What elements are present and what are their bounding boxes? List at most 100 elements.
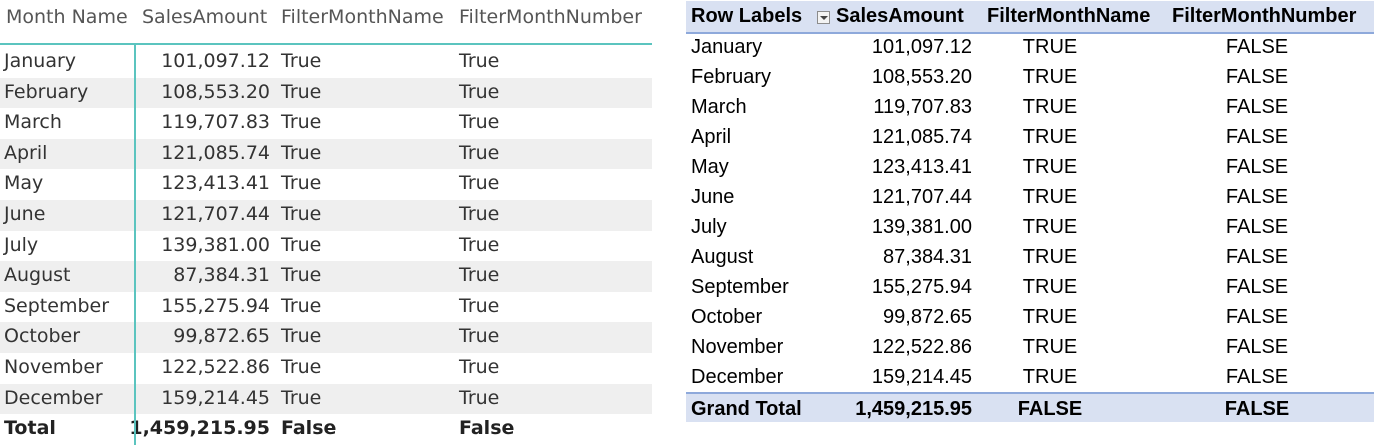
powerbi-header-row: Month Name SalesAmount FilterMonthName F…	[0, 0, 652, 40]
pivot-row[interactable]: April 121,085.74 TRUE FALSE	[686, 122, 1374, 152]
month-name-cell: July	[4, 233, 39, 256]
pivot-row[interactable]: February 108,553.20 TRUE FALSE	[686, 62, 1374, 92]
table-row[interactable]: October 99,872.65 True True	[0, 322, 652, 353]
sales-amount-cell: 108,553.20	[161, 80, 270, 103]
filter-month-name-cell: True	[281, 111, 322, 134]
sales-amount-cell: 119,707.83	[161, 111, 270, 134]
pivot-row[interactable]: May 123,413.41 TRUE FALSE	[686, 152, 1374, 182]
sales-amount-cell: 139,381.00	[871, 216, 972, 238]
table-row[interactable]: March 119,707.83 True True	[0, 108, 652, 139]
table-row[interactable]: January 101,097.12 True True	[0, 47, 652, 78]
table-row[interactable]: June 121,707.44 True True	[0, 200, 652, 231]
sales-amount-cell: 121,707.44	[871, 186, 972, 208]
sales-amount-cell: 121,707.44	[161, 203, 270, 225]
month-name-cell: June	[4, 203, 46, 225]
pivot-row[interactable]: October 99,872.65 TRUE FALSE	[686, 302, 1374, 332]
row-label-cell: November	[691, 336, 784, 358]
pivot-header-sales-amount: SalesAmount	[836, 5, 964, 27]
total-sales-amount: 1,459,215.95	[129, 417, 270, 440]
table-row[interactable]: May 123,413.41 True True	[0, 169, 652, 200]
row-label-cell: March	[691, 96, 747, 118]
row-label-cell: October	[691, 306, 763, 328]
row-label-cell: September	[691, 276, 789, 298]
total-label: Total	[4, 417, 56, 440]
month-name-cell: September	[4, 294, 110, 317]
filter-month-name-cell: True	[281, 172, 322, 195]
table-row[interactable]: February 108,553.20 True True	[0, 77, 652, 109]
filter-month-number-cell: True	[459, 356, 500, 378]
filter-month-name-cell: True	[281, 203, 322, 225]
column-header-filter-month-number[interactable]: FilterMonthNumber	[459, 6, 642, 28]
month-name-cell: December	[4, 386, 103, 409]
month-name-cell: October	[4, 325, 81, 348]
sales-amount-cell: 123,413.41	[161, 172, 270, 195]
filter-month-number-cell: True	[459, 294, 500, 317]
sales-amount-cell: 121,085.74	[161, 141, 270, 164]
sales-amount-cell: 122,522.86	[871, 336, 972, 358]
table-row[interactable]: September 155,275.94 True True	[0, 292, 652, 323]
excel-pivot-table: Row Labels SalesAmount FilterMonthName F…	[686, 0, 1374, 445]
pivot-header-filter-month-number: FilterMonthNumber	[1172, 5, 1357, 27]
filter-month-number-cell: True	[459, 203, 500, 225]
filter-month-name-cell: True	[281, 50, 322, 72]
filter-month-name-cell: True	[281, 325, 322, 348]
sales-amount-cell: 159,214.45	[871, 366, 972, 388]
sales-amount-cell: 87,384.31	[173, 264, 270, 287]
sales-amount-cell: 99,872.65	[173, 325, 270, 348]
table-row[interactable]: April 121,085.74 True True	[0, 138, 652, 170]
pivot-row[interactable]: March 119,707.83 TRUE FALSE	[686, 92, 1374, 122]
pivot-row[interactable]: December 159,214.45 TRUE FALSE	[686, 362, 1374, 392]
month-name-cell: November	[4, 356, 103, 378]
filter-month-number-cell: True	[459, 264, 500, 287]
month-name-cell: January	[4, 50, 77, 72]
grand-total-label: Grand Total	[691, 398, 802, 420]
sales-amount-cell: 101,097.12	[871, 36, 972, 58]
table-row[interactable]: December 159,214.45 True True	[0, 383, 652, 415]
row-label-cell: December	[691, 366, 784, 388]
filter-month-number-cell: True	[459, 325, 500, 348]
filter-month-number-cell: True	[459, 111, 500, 134]
filter-month-name-cell: True	[281, 80, 322, 103]
table-row[interactable]: August 87,384.31 True True	[0, 261, 652, 292]
pivot-header-row: Row Labels SalesAmount FilterMonthName F…	[686, 1, 1374, 34]
month-name-cell: March	[4, 111, 62, 134]
table-row[interactable]: November 122,522.86 True True	[0, 353, 652, 384]
pivot-header-filter-month-name: FilterMonthName	[987, 5, 1151, 27]
sales-amount-cell: 123,413.41	[871, 156, 972, 178]
month-name-cell: February	[4, 80, 89, 103]
pivot-row[interactable]: September 155,275.94 TRUE FALSE	[686, 272, 1374, 302]
column-header-month-name[interactable]: Month Name	[6, 6, 128, 28]
table-row[interactable]: July 139,381.00 True True	[0, 231, 652, 262]
filter-month-name-cell: True	[281, 294, 322, 317]
pivot-row[interactable]: November 122,522.86 TRUE FALSE	[686, 332, 1374, 362]
pivot-row[interactable]: July 139,381.00 TRUE FALSE	[686, 212, 1374, 242]
filter-month-name-cell: True	[281, 233, 322, 256]
month-name-cell: May	[4, 172, 44, 195]
month-name-cell: August	[4, 264, 71, 287]
column-divider	[134, 45, 136, 445]
header-divider	[0, 43, 652, 45]
sales-amount-cell: 159,214.45	[161, 386, 270, 409]
powerbi-table: Month Name SalesAmount FilterMonthName F…	[0, 0, 652, 445]
sales-amount-cell: 155,275.94	[871, 276, 972, 298]
grand-total-row: Grand Total 1,459,215.95 FALSE FALSE	[686, 392, 1374, 422]
pivot-row[interactable]: August 87,384.31 TRUE FALSE	[686, 242, 1374, 272]
sales-amount-cell: 139,381.00	[161, 233, 270, 256]
dropdown-filter-icon[interactable]	[817, 11, 830, 24]
pivot-row[interactable]: January 101,097.12 TRUE FALSE	[686, 32, 1374, 62]
pivot-row[interactable]: June 121,707.44 TRUE FALSE	[686, 182, 1374, 212]
row-label-cell: June	[691, 186, 735, 208]
filter-month-name-cell: True	[281, 264, 322, 287]
row-label-cell: August	[691, 246, 754, 268]
row-label-cell: January	[691, 36, 763, 58]
filter-month-number-cell: True	[459, 172, 500, 195]
column-header-sales-amount[interactable]: SalesAmount	[142, 6, 267, 28]
total-filter-month-name: False	[281, 417, 337, 440]
filter-month-name-cell: True	[281, 356, 322, 378]
sales-amount-cell: 87,384.31	[883, 246, 972, 268]
total-filter-month-number: False	[459, 417, 515, 440]
row-label-cell: May	[691, 156, 729, 178]
column-header-filter-month-name[interactable]: FilterMonthName	[281, 6, 444, 28]
grand-total-sales-amount: 1,459,215.95	[855, 398, 972, 420]
sales-amount-cell: 155,275.94	[161, 294, 270, 317]
